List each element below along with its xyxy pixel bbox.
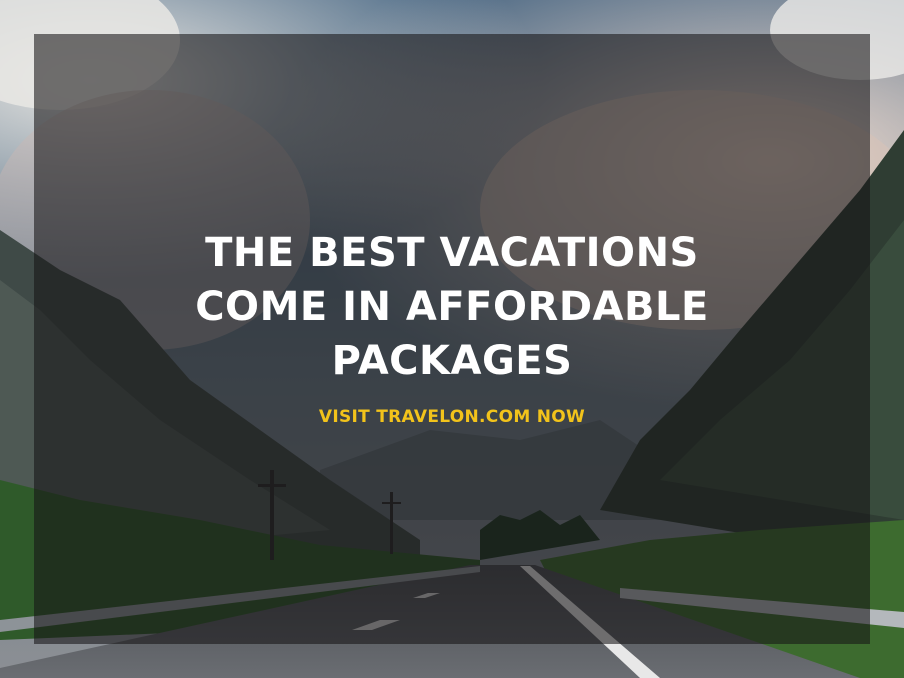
ad-banner: THE BEST VACATIONS COME IN AFFORDABLE PA…	[0, 0, 904, 678]
visit-website-link[interactable]: VISIT TRAVELON.COM NOW	[34, 407, 870, 427]
headline-line-1: THE BEST VACATIONS	[205, 230, 699, 276]
headline-line-2: COME IN AFFORDABLE	[195, 284, 709, 330]
headline-line-3: PACKAGES	[331, 338, 573, 384]
headline: THE BEST VACATIONS COME IN AFFORDABLE PA…	[34, 226, 870, 388]
